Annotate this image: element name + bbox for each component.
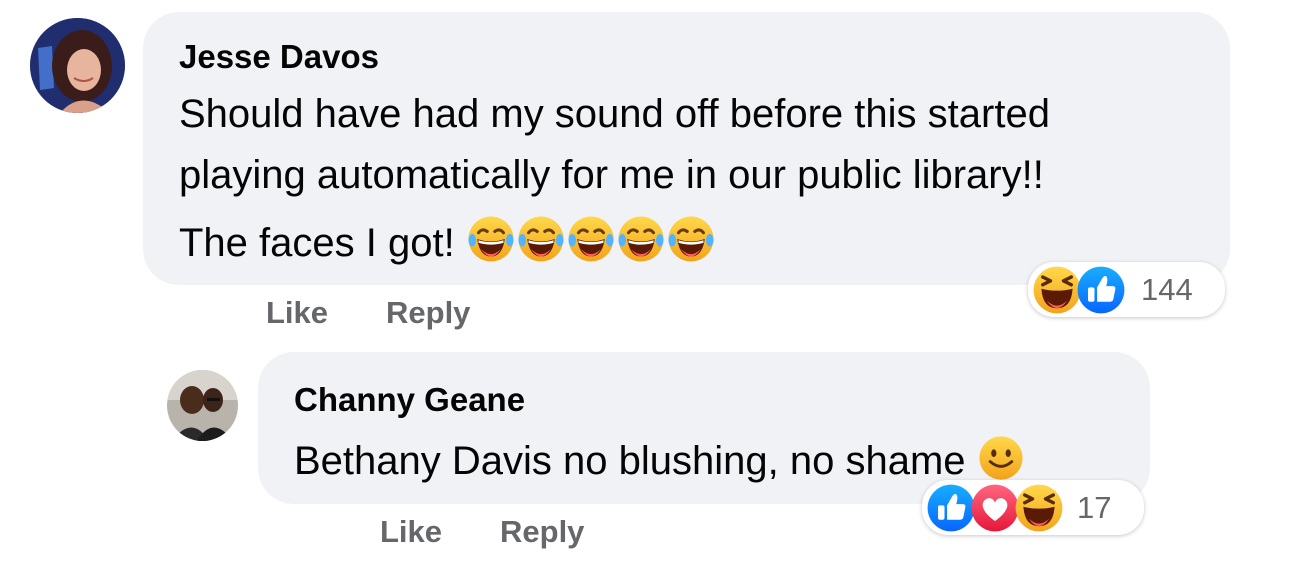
comment-author[interactable]: Jesse Davos [179,38,379,76]
reaction-summary[interactable]: 17 [922,480,1144,535]
comment-author[interactable]: Channy Geane [294,381,525,419]
comment-text-line: Bethany Davis no blushing, no shame [294,434,1025,484]
reaction-count: 17 [1077,489,1112,525]
avatar[interactable] [30,18,125,113]
comment-text-line: Should have had my sound off before this… [179,92,1050,136]
face-with-tears-of-joy-icon [566,214,616,264]
reply-button[interactable]: Reply [500,514,584,550]
face-with-tears-of-joy-icon [616,214,666,264]
comment-text: The faces I got! [179,221,455,265]
like-button[interactable]: Like [380,514,442,550]
reaction-summary[interactable]: 144 [1028,262,1225,317]
face-with-tears-of-joy-icon [516,214,566,264]
slightly-smiling-face-icon [977,434,1025,482]
face-with-tears-of-joy-icon [666,214,716,264]
comment-text: Bethany Davis no blushing, no shame [294,439,966,483]
like-reaction-icon [1075,264,1127,316]
comment-text-line: playing automatically for me in our publ… [179,153,1044,197]
comment-text-line: The faces I got! [179,214,716,266]
avatar[interactable] [167,370,238,441]
face-with-tears-of-joy-icon [466,214,516,264]
like-button[interactable]: Like [266,295,328,331]
reply-button[interactable]: Reply [386,295,470,331]
reaction-count: 144 [1141,271,1193,307]
haha-reaction-icon [1013,482,1065,534]
